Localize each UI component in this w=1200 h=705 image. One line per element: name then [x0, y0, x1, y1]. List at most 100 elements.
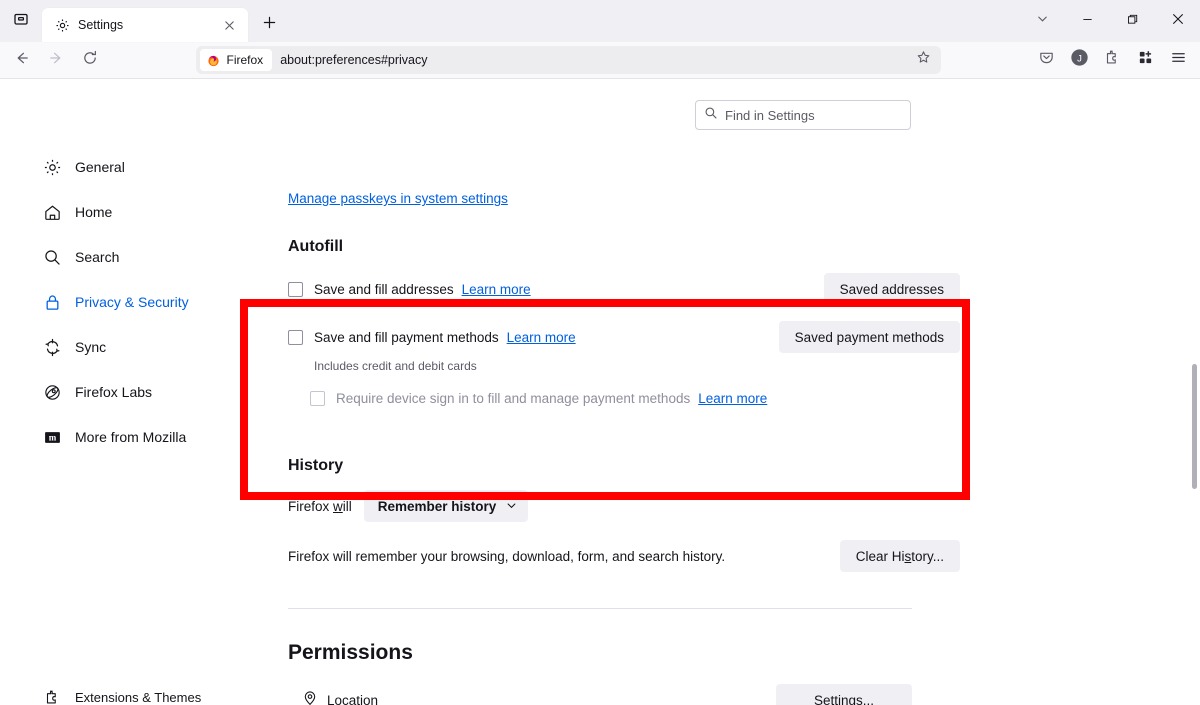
require-device-signin-label: Require device sign in to fill and manag…: [336, 391, 690, 406]
save-fill-payment-label: Save and fill payment methods: [314, 330, 499, 345]
bookmark-button[interactable]: [911, 48, 937, 72]
url-text[interactable]: about:preferences#privacy: [280, 53, 910, 67]
home-icon: [42, 202, 62, 222]
chevron-down-icon: [1036, 12, 1049, 30]
sidebar-item-privacy-security[interactable]: Privacy & Security: [0, 286, 240, 318]
firefox-view-button[interactable]: [0, 0, 42, 42]
browser-tab[interactable]: Settings: [42, 8, 248, 42]
window-close-button[interactable]: [1155, 0, 1200, 42]
sidebar-item-label: Privacy & Security: [75, 294, 189, 310]
urlbar-container: Firefox about:preferences#privacy: [108, 46, 1028, 74]
forward-arrow-icon: [48, 50, 64, 71]
search-placeholder: Find in Settings: [725, 108, 815, 123]
save-fill-addresses-label: Save and fill addresses: [314, 282, 454, 297]
history-title: History: [288, 457, 960, 475]
extensions-puzzle-icon: [1104, 49, 1121, 71]
learn-more-link[interactable]: Learn more: [698, 391, 767, 406]
list-all-tabs-button[interactable]: [1019, 5, 1065, 37]
settings-sidebar: General Home Search: [0, 151, 240, 466]
address-bar[interactable]: Firefox about:preferences#privacy: [196, 46, 941, 74]
browser-window: Settings: [0, 0, 1200, 705]
sidebar-item-more-from-mozilla[interactable]: m More from Mozilla: [0, 421, 240, 453]
account-button[interactable]: J: [1063, 45, 1095, 75]
sidebar-item-label: Search: [75, 249, 119, 265]
save-fill-addresses-row[interactable]: Save and fill addresses Learn more: [288, 276, 531, 302]
pocket-button[interactable]: [1030, 45, 1062, 75]
extensions-button[interactable]: [1096, 45, 1128, 75]
title-bar: Settings: [0, 0, 1200, 42]
sidebar-item-home[interactable]: Home: [0, 196, 240, 228]
tab-close-button[interactable]: [218, 14, 240, 36]
learn-more-link[interactable]: Learn more: [462, 282, 531, 297]
svg-text:m: m: [48, 432, 56, 442]
firefox-logo-icon: [207, 53, 221, 67]
addons-button[interactable]: [1129, 45, 1161, 75]
firefox-will-label: Firefox will: [288, 499, 352, 514]
toolbar-actions: J: [1030, 45, 1194, 75]
permission-row-location: Location Settings...: [288, 683, 912, 705]
back-arrow-icon: [14, 50, 30, 71]
save-fill-payment-row[interactable]: Save and fill payment methods Learn more: [288, 324, 576, 350]
window-maximize-button[interactable]: [1110, 0, 1155, 42]
reload-icon: [82, 50, 98, 71]
pocket-icon: [1038, 49, 1055, 71]
new-tab-button[interactable]: [254, 10, 284, 40]
sidebar-footer: Extensions & Themes Firefox Support: [0, 681, 240, 705]
search-icon: [42, 247, 62, 267]
sidebar-item-sync[interactable]: Sync: [0, 331, 240, 363]
labs-atom-icon: [42, 382, 62, 402]
settings-main: Manage passkeys in system settings Autof…: [240, 151, 1188, 705]
clear-history-button[interactable]: Clear History...: [840, 540, 960, 572]
lock-icon: [42, 292, 62, 312]
sidebar-item-extensions-themes[interactable]: Extensions & Themes: [0, 681, 240, 705]
save-fill-addresses-checkbox[interactable]: [288, 282, 303, 297]
history-section: History Firefox will Remember history: [288, 457, 960, 572]
settings-page: Find in Settings General: [0, 79, 1200, 705]
navigation-toolbar: Firefox about:preferences#privacy: [0, 42, 1200, 79]
sidebar-item-label: Sync: [75, 339, 106, 355]
chevron-down-icon: [506, 499, 517, 514]
saved-payment-methods-button[interactable]: Saved payment methods: [779, 321, 960, 353]
sidebar-item-label: General: [75, 159, 125, 175]
scrollbar-thumb[interactable]: [1192, 364, 1197, 489]
sidebar-item-search[interactable]: Search: [0, 241, 240, 273]
location-settings-button[interactable]: Settings...: [776, 684, 912, 705]
reload-button[interactable]: [74, 45, 106, 75]
autofill-title: Autofill: [288, 238, 960, 256]
saved-addresses-button[interactable]: Saved addresses: [824, 273, 960, 305]
mozilla-m-icon: m: [42, 427, 62, 447]
require-device-signin-checkbox[interactable]: [310, 391, 325, 406]
star-icon: [916, 50, 931, 70]
gear-icon: [54, 17, 70, 33]
permissions-title: Permissions: [288, 641, 960, 665]
page-scrollbar[interactable]: [1190, 158, 1200, 705]
back-button[interactable]: [6, 45, 38, 75]
minimize-icon: [1082, 12, 1093, 30]
autofill-section: Autofill Save and fill addresses Learn m…: [288, 238, 960, 411]
window-minimize-button[interactable]: [1065, 0, 1110, 42]
window-controls: [1019, 0, 1200, 42]
permission-label: Location: [327, 693, 378, 705]
history-description: Firefox will remember your browsing, dow…: [288, 549, 725, 564]
identity-box[interactable]: Firefox: [200, 49, 273, 71]
require-device-signin-row[interactable]: Require device sign in to fill and manag…: [288, 385, 960, 411]
close-icon: [1172, 12, 1184, 30]
permissions-section: Permissions Location Settings...: [288, 641, 960, 705]
forward-button[interactable]: [40, 45, 72, 75]
plus-icon: [263, 16, 276, 34]
addons-grid-icon: [1137, 49, 1154, 71]
sidebar-item-general[interactable]: General: [0, 151, 240, 183]
sidebar-item-label: Extensions & Themes: [75, 690, 201, 705]
learn-more-link[interactable]: Learn more: [507, 330, 576, 345]
app-menu-button[interactable]: [1162, 45, 1194, 75]
history-mode-dropdown[interactable]: Remember history: [364, 490, 529, 522]
search-input[interactable]: Find in Settings: [695, 100, 911, 130]
gear-icon: [42, 157, 62, 177]
manage-passkeys-link[interactable]: Manage passkeys in system settings: [288, 191, 508, 206]
history-mode-value: Remember history: [378, 499, 497, 514]
save-fill-payment-checkbox[interactable]: [288, 330, 303, 345]
hamburger-menu-icon: [1170, 49, 1187, 71]
sidebar-item-firefox-labs[interactable]: Firefox Labs: [0, 376, 240, 408]
tab-title: Settings: [78, 18, 210, 32]
account-avatar-icon: J: [1070, 48, 1089, 72]
